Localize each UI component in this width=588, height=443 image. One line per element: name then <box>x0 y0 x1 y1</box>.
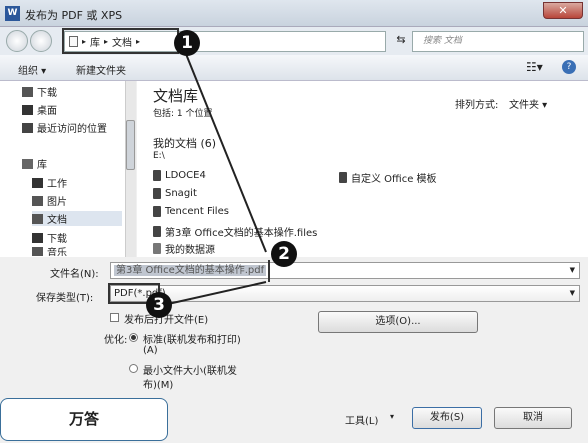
arrow-line-2 <box>167 281 267 305</box>
callout-2: 2 <box>271 241 297 267</box>
callout-1: 1 <box>174 30 200 56</box>
arrow-line-1 <box>185 53 267 253</box>
watermark-logo: 万答 <box>0 398 168 441</box>
callout-3: 3 <box>146 292 172 318</box>
annotation-arrows <box>167 53 267 305</box>
